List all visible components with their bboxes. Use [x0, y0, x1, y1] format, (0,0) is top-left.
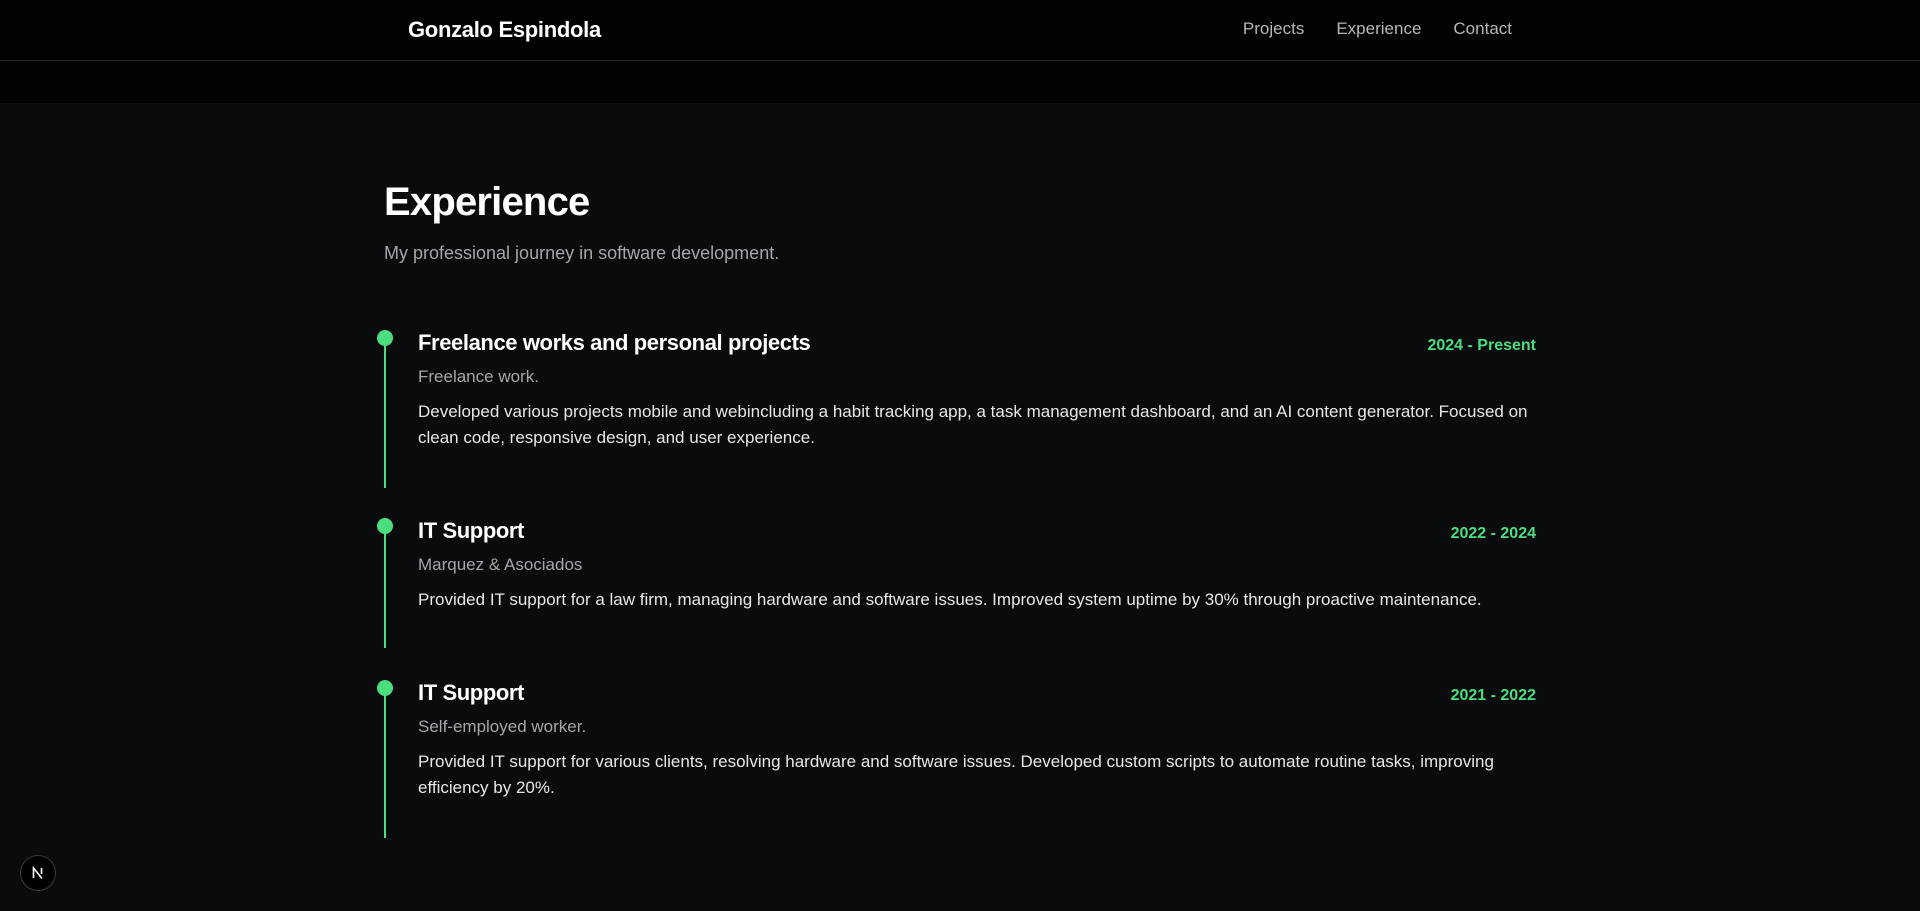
- brand-name[interactable]: Gonzalo Espindola: [408, 17, 601, 43]
- navbar: Gonzalo Espindola Projects Experience Co…: [0, 0, 1920, 61]
- item-company: Marquez & Asociados: [418, 555, 583, 574]
- item-company: Self-employed worker.: [418, 717, 587, 736]
- timeline-dot: [377, 680, 393, 696]
- nextjs-logo-icon: [32, 865, 43, 880]
- item-header: IT Support 2022 - 2024: [418, 518, 1536, 544]
- timeline-dot: [377, 518, 393, 534]
- top-bar: Gonzalo Espindola Projects Experience Co…: [0, 0, 1920, 103]
- nextjs-dev-badge[interactable]: [20, 855, 56, 891]
- item-title: Freelance works and personal projects: [418, 330, 811, 355]
- timeline-line: [384, 520, 386, 648]
- item-date: 2022 - 2024: [1450, 525, 1536, 542]
- item-description: Developed various projects mobile and we…: [418, 402, 1528, 447]
- section-subtitle: My professional journey in software deve…: [384, 243, 780, 263]
- nav-link-contact[interactable]: Contact: [1453, 19, 1512, 39]
- timeline-dot: [377, 330, 393, 346]
- item-description: Provided IT support for a law firm, mana…: [418, 590, 1482, 609]
- item-date: 2021 - 2022: [1450, 687, 1536, 704]
- experience-section: Experience My professional journey in so…: [377, 180, 1536, 838]
- item-header: IT Support 2021 - 2022: [418, 680, 1536, 706]
- nav-link-projects[interactable]: Projects: [1243, 19, 1304, 39]
- nav-links: Projects Experience Contact: [1243, 19, 1512, 39]
- nav-link-experience[interactable]: Experience: [1336, 19, 1421, 39]
- timeline-item: Freelance works and personal projects 20…: [377, 330, 1536, 518]
- item-header: Freelance works and personal projects 20…: [418, 330, 1536, 356]
- item-description: Provided IT support for various clients,…: [418, 752, 1494, 797]
- item-date: 2024 - Present: [1427, 337, 1536, 354]
- timeline-item: IT Support 2022 - 2024 Marquez & Asociad…: [377, 518, 1536, 680]
- timeline-item: IT Support 2021 - 2022 Self-employed wor…: [377, 680, 1536, 840]
- item-title: IT Support: [418, 518, 524, 543]
- timeline-line: [384, 332, 386, 488]
- section-title: Experience: [384, 180, 590, 224]
- item-title: IT Support: [418, 680, 524, 705]
- experience-timeline: Freelance works and personal projects 20…: [377, 330, 1536, 840]
- timeline-line: [384, 682, 386, 838]
- item-company: Freelance work.: [418, 367, 539, 386]
